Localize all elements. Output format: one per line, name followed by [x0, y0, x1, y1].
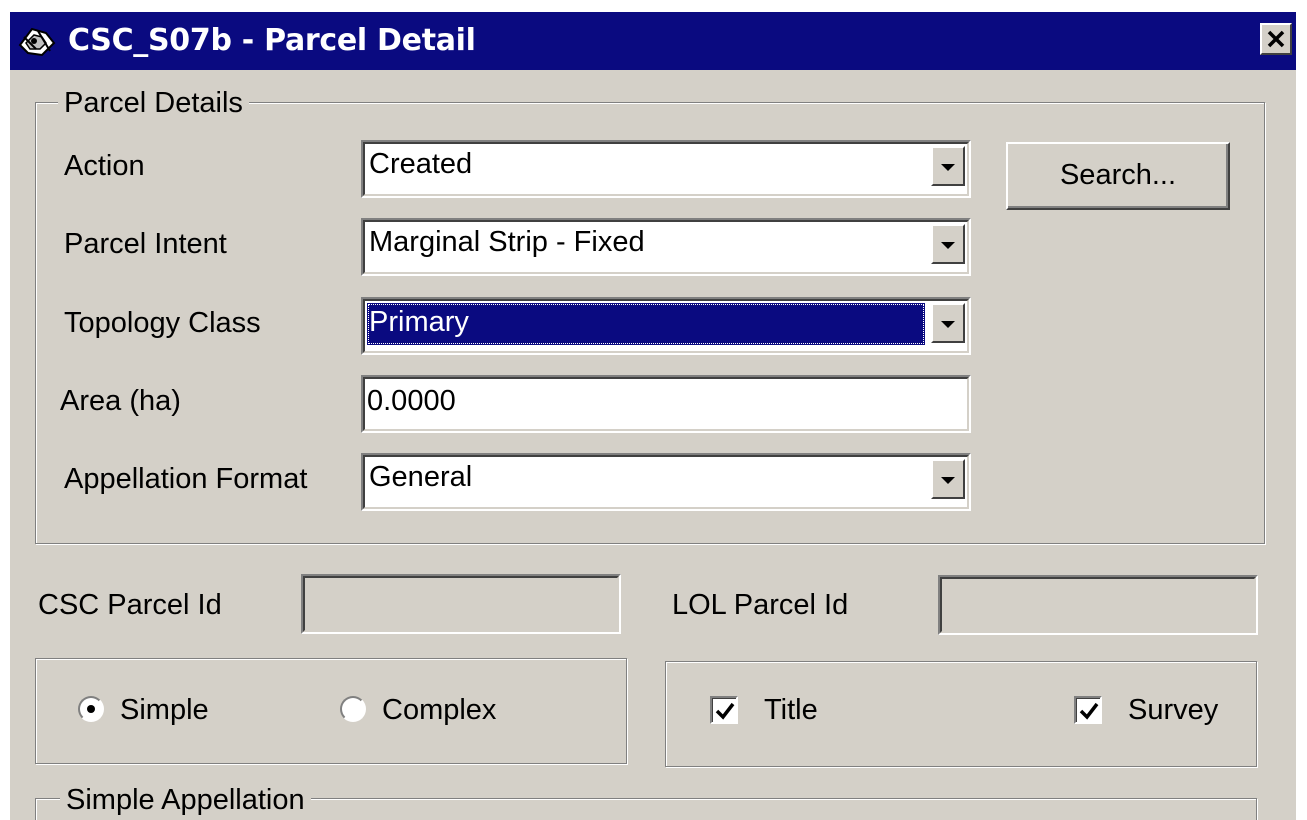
survey-checkbox-label[interactable]: Survey: [1128, 692, 1218, 728]
topology-class-dropdown-button[interactable]: [931, 303, 965, 343]
title-bar[interactable]: CSC_S07b - Parcel Detail: [10, 12, 1296, 70]
appellation-format-combobox[interactable]: General: [361, 453, 971, 511]
appellation-format-label: Appellation Format: [64, 463, 308, 495]
app-icon: [16, 23, 58, 59]
csc-parcel-id-field: [301, 574, 621, 634]
parcel-detail-window: CSC_S07b - Parcel Detail Parcel Details …: [10, 12, 1296, 820]
survey-checkbox[interactable]: [1074, 696, 1102, 724]
parcel-intent-label: Parcel Intent: [64, 228, 227, 260]
chevron-down-icon: [941, 477, 955, 484]
complex-radio[interactable]: [340, 696, 366, 722]
lol-parcel-id-label: LOL Parcel Id: [672, 589, 849, 621]
topology-class-combobox[interactable]: Primary: [361, 297, 971, 355]
lol-parcel-id-field: [938, 575, 1258, 635]
checkmark-icon: [1079, 702, 1099, 720]
chevron-down-icon: [941, 242, 955, 249]
csc-parcel-id-label: CSC Parcel Id: [38, 589, 222, 621]
title-checkbox-label[interactable]: Title: [764, 692, 818, 728]
simple-radio-label[interactable]: Simple: [120, 692, 209, 728]
checkmark-icon: [715, 702, 735, 720]
appellation-format-value: General: [369, 461, 473, 493]
action-dropdown-button[interactable]: [931, 146, 965, 186]
parcel-details-legend: Parcel Details: [58, 87, 249, 119]
window-title: CSC_S07b - Parcel Detail: [68, 23, 476, 58]
area-label: Area (ha): [60, 385, 181, 417]
area-value: 0.0000: [367, 385, 456, 417]
parcel-intent-dropdown-button[interactable]: [931, 224, 965, 264]
chevron-down-icon: [941, 321, 955, 328]
action-combobox[interactable]: Created: [361, 140, 971, 198]
action-label: Action: [64, 150, 145, 182]
parcel-intent-combobox[interactable]: Marginal Strip - Fixed: [361, 218, 971, 276]
area-input[interactable]: 0.0000: [361, 375, 971, 433]
action-value: Created: [369, 148, 473, 180]
close-icon: [1265, 26, 1287, 56]
search-button[interactable]: Search...: [1006, 142, 1230, 210]
chevron-down-icon: [941, 164, 955, 171]
parcel-intent-value: Marginal Strip - Fixed: [369, 226, 645, 258]
topology-class-label: Topology Class: [64, 307, 261, 339]
complex-radio-label[interactable]: Complex: [382, 692, 496, 728]
search-button-label: Search...: [1059, 159, 1177, 191]
simple-appellation-legend: Simple Appellation: [60, 784, 311, 816]
simple-radio[interactable]: [78, 696, 104, 722]
appellation-format-dropdown-button[interactable]: [931, 459, 965, 499]
radio-selected-dot: [87, 705, 95, 713]
topology-class-value: Primary: [367, 303, 925, 345]
title-checkbox[interactable]: [710, 696, 738, 724]
close-button[interactable]: [1260, 23, 1292, 55]
